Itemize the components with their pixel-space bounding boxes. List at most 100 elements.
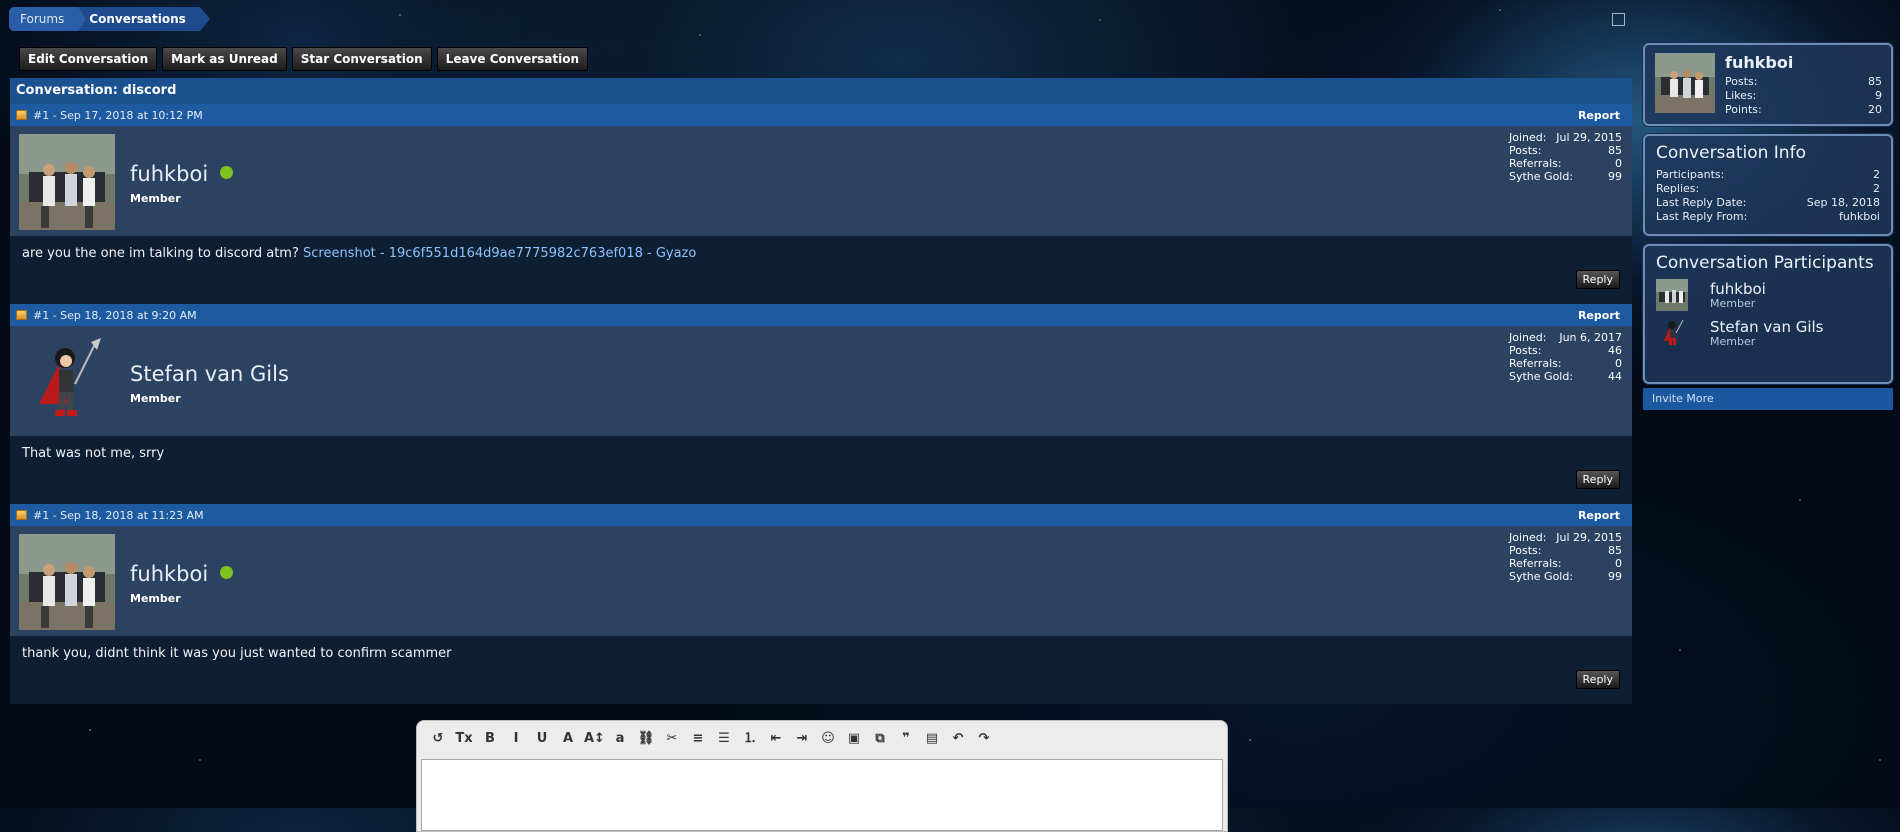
posts-label: Posts: (1725, 75, 1758, 88)
profile-panel: fuhkboi Posts: 85 Likes: 9 Points: 20 (1643, 43, 1893, 126)
report-link[interactable]: Report (1578, 109, 1620, 122)
bold-icon[interactable]: B (480, 729, 500, 749)
remove-format-icon[interactable]: ↺ (428, 729, 448, 749)
post-user-block: fuhkboi Member Joined: Jul 29, 2015 Posts… (10, 126, 1632, 236)
post-username[interactable]: fuhkboi (130, 162, 234, 186)
font-color-icon[interactable]: A (558, 729, 578, 749)
post-date[interactable]: #1 - Sep 18, 2018 at 11:23 AM (33, 509, 1578, 522)
posts-value: 85 (1608, 544, 1622, 557)
post-username[interactable]: fuhkboi (130, 562, 234, 586)
last-reply-from-label: Last Reply From: (1656, 210, 1748, 223)
joined-value: Jun 6, 2017 (1559, 331, 1622, 344)
points-value: 20 (1868, 103, 1882, 116)
post-message: thank you, didnt think it was you just w… (22, 646, 452, 661)
reply-editor: ↺ Tx B I U A A↕ a ⛓ ✂ ≡ ☰ ⒈ ⇤ ⇥ ☺ ▣ ⧉ ❞ ▤ ↶ ↷ (416, 720, 1228, 832)
star-conversation-button[interactable]: Star Conversation (291, 47, 432, 71)
numbered-list-icon[interactable]: ⒈ (740, 729, 760, 749)
redo-icon[interactable]: ↷ (974, 729, 994, 749)
posts-label: Posts: (1509, 344, 1542, 357)
username-text[interactable]: fuhkboi (130, 562, 208, 586)
editor-toolbar: ↺ Tx B I U A A↕ a ⛓ ✂ ≡ ☰ ⒈ ⇤ ⇥ ☺ ▣ ⧉ ❞ ▤ ↶ ↷ (417, 721, 1227, 757)
participant-item[interactable]: fuhkboi Member (1656, 278, 1880, 312)
user-stats: Joined: Jul 29, 2015 Posts: 85 Referrals: 0… (1509, 531, 1622, 583)
avatar[interactable] (19, 534, 115, 630)
report-link[interactable]: Report (1578, 509, 1620, 522)
smilie-icon[interactable]: ☺ (818, 729, 838, 749)
referrals-value: 0 (1615, 557, 1622, 570)
bullet-list-icon[interactable]: ☰ (714, 729, 734, 749)
mark-unread-button[interactable]: Mark as Unread (162, 47, 287, 71)
expand-icon[interactable] (1612, 13, 1625, 26)
post-flag-icon (16, 110, 27, 120)
link-icon[interactable]: ⛓ (636, 729, 656, 749)
referrals-label: Referrals: (1509, 357, 1562, 370)
post-header: #1 - Sep 18, 2018 at 9:20 AM Report (10, 304, 1632, 326)
user-stats: Joined: Jun 6, 2017 Posts: 46 Referrals: 0 … (1509, 331, 1622, 383)
breadcrumb-conversations[interactable]: Conversations (78, 7, 210, 31)
joined-value: Jul 29, 2015 (1556, 131, 1622, 144)
points-label: Points: (1725, 103, 1762, 116)
post-username[interactable]: Stefan van Gils (130, 362, 289, 386)
screenshot-link[interactable]: Screenshot - 19c6f551d164d9ae7775982c763… (303, 246, 696, 261)
report-link[interactable]: Report (1578, 309, 1620, 322)
post-message: That was not me, srry (22, 446, 165, 461)
reply-button[interactable]: Reply (1575, 670, 1620, 689)
post-message: are you the one im talking to discord at… (22, 246, 696, 261)
invite-more-link[interactable]: Invite More (1643, 388, 1893, 410)
post-user-block: Stefan van Gils Member Joined: Jun 6, 201… (10, 326, 1632, 436)
media-icon[interactable]: ⧉ (870, 729, 890, 749)
participant-item[interactable]: Stefan van Gils Member (1656, 316, 1880, 350)
gold-value: 44 (1608, 370, 1622, 383)
leave-conversation-button[interactable]: Leave Conversation (436, 47, 589, 71)
quote-icon[interactable]: ❞ (896, 729, 916, 749)
message-textarea[interactable] (421, 759, 1223, 831)
edit-conversation-button[interactable]: Edit Conversation (19, 47, 158, 71)
font-family-icon[interactable]: a (610, 729, 630, 749)
participant-name[interactable]: Stefan van Gils (1710, 319, 1824, 335)
username-text[interactable]: fuhkboi (130, 162, 208, 186)
gold-value: 99 (1608, 570, 1622, 583)
joined-label: Joined: (1509, 131, 1547, 144)
avatar[interactable] (19, 334, 115, 430)
posts-value: 46 (1608, 344, 1622, 357)
post-header: #1 - Sep 18, 2018 at 11:23 AM Report (10, 504, 1632, 526)
underline-icon[interactable]: U (532, 729, 552, 749)
save-draft-icon[interactable]: ▤ (922, 729, 942, 749)
posts-value: 85 (1608, 144, 1622, 157)
reply-button[interactable]: Reply (1575, 270, 1620, 289)
align-icon[interactable]: ≡ (688, 729, 708, 749)
post-date[interactable]: #1 - Sep 17, 2018 at 10:12 PM (33, 109, 1578, 122)
font-size-icon[interactable]: A↕ (584, 729, 605, 749)
participant-role: Member (1710, 334, 1756, 348)
joined-label: Joined: (1509, 331, 1547, 344)
avatar[interactable] (19, 134, 115, 230)
replies-value: 2 (1873, 182, 1880, 195)
reply-button[interactable]: Reply (1575, 470, 1620, 489)
participant-name[interactable]: fuhkboi (1710, 281, 1766, 297)
avatar[interactable] (1656, 279, 1688, 311)
breadcrumb-forums[interactable]: Forums (9, 7, 87, 31)
last-reply-from-value[interactable]: fuhkboi (1839, 210, 1880, 224)
clear-formatting-icon[interactable]: Tx (454, 729, 474, 749)
post-date[interactable]: #1 - Sep 18, 2018 at 9:20 AM (33, 309, 1578, 322)
posts-label: Posts: (1509, 544, 1542, 557)
participants-value: 2 (1873, 168, 1880, 181)
outdent-icon[interactable]: ⇤ (766, 729, 786, 749)
unlink-icon[interactable]: ✂ (662, 729, 682, 749)
avatar[interactable] (1656, 317, 1688, 349)
post-header: #1 - Sep 17, 2018 at 10:12 PM Report (10, 104, 1632, 126)
panel-title: Conversation Info (1656, 143, 1806, 163)
referrals-value: 0 (1615, 357, 1622, 370)
profile-name[interactable]: fuhkboi (1725, 53, 1793, 72)
joined-value: Jul 29, 2015 (1556, 531, 1622, 544)
username-text[interactable]: Stefan van Gils (130, 362, 289, 386)
avatar[interactable] (1655, 53, 1715, 113)
participant-role: Member (1710, 296, 1756, 310)
italic-icon[interactable]: I (506, 729, 526, 749)
breadcrumb: Forums Conversations (9, 7, 210, 31)
post: #1 - Sep 17, 2018 at 10:12 PM Report fuh… (10, 104, 1632, 304)
indent-icon[interactable]: ⇥ (792, 729, 812, 749)
undo-icon[interactable]: ↶ (948, 729, 968, 749)
panel-title: Conversation Participants (1656, 253, 1874, 273)
image-icon[interactable]: ▣ (844, 729, 864, 749)
